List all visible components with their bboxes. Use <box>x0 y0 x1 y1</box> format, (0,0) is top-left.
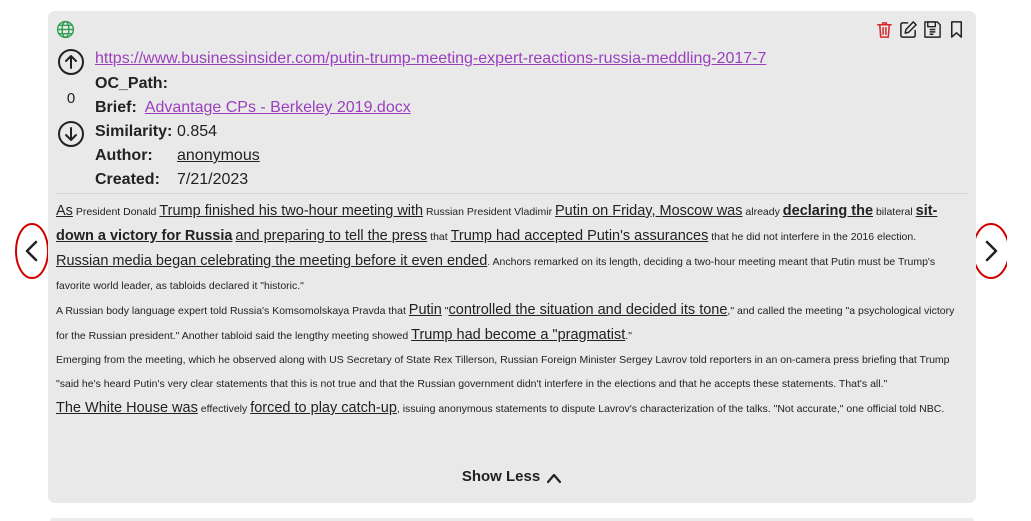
body-text-segment: Russian President Vladimir <box>423 206 555 218</box>
divider <box>56 193 968 194</box>
body-paragraph: Russian media began celebrating the meet… <box>56 249 964 298</box>
arrow-up-circle-icon[interactable] <box>57 48 85 76</box>
edit-icon[interactable] <box>899 20 918 39</box>
globe-icon[interactable] <box>56 20 75 39</box>
body-text-segment: President Donald <box>72 206 160 218</box>
similarity-label: Similarity: <box>95 123 173 140</box>
chevron-left-icon <box>15 223 49 279</box>
bookmark-icon[interactable] <box>947 20 966 39</box>
body-text-segment: " <box>441 305 449 317</box>
oc-path-label: OC_Path: <box>95 75 168 92</box>
highlighted-text-segment: forced to play catch-up <box>250 400 397 416</box>
highlighted-text-segment: Putin on Friday, Moscow was <box>555 203 743 219</box>
show-less-button[interactable]: Show Less <box>48 468 976 485</box>
highlighted-text-segment: Russian media began celebrating the meet… <box>56 253 488 269</box>
save-icon[interactable] <box>923 20 942 39</box>
body-text-segment: that he did not interfere in the 2016 el… <box>708 231 917 243</box>
next-card-button[interactable] <box>971 222 1010 280</box>
card-body-text: As President Donald Trump finished his t… <box>56 199 964 421</box>
body-text-segment: Emerging from the meeting, which he obse… <box>56 354 950 390</box>
author-link[interactable]: anonymous <box>177 144 260 168</box>
body-paragraph: Emerging from the meeting, which he obse… <box>56 348 964 396</box>
highlighted-text-segment: and preparing to tell the press <box>235 228 428 244</box>
evidence-card: 0 https://www.businessinsider.com/putin-… <box>48 11 976 503</box>
body-paragraph: A Russian body language expert told Russ… <box>56 298 964 348</box>
body-text-segment: , issuing anonymous statements to disput… <box>396 403 945 415</box>
show-less-label: Show Less <box>461 468 541 485</box>
body-text-segment: ." <box>625 330 632 342</box>
brief-link[interactable]: Advantage CPs - Berkeley 2019.docx <box>145 96 411 120</box>
highlighted-text-segment: Trump had accepted Putin's assurances <box>450 228 709 244</box>
highlighted-text-segment: The White House was <box>56 400 198 416</box>
highlighted-text-segment: Trump had become a "pragmatist <box>411 327 626 343</box>
arrow-down-circle-icon[interactable] <box>57 120 85 148</box>
highlighted-text-segment: Trump finished his two-hour meeting with <box>159 203 424 219</box>
body-text-segment: bilateral <box>873 206 916 218</box>
trash-icon[interactable] <box>875 20 894 39</box>
vote-count: 0 <box>66 90 76 107</box>
similarity-value: 0.854 <box>177 123 218 140</box>
body-paragraph: The White House was effectively forced t… <box>56 396 964 421</box>
created-value: 7/21/2023 <box>177 171 249 188</box>
body-paragraph: As President Donald Trump finished his t… <box>56 199 964 249</box>
body-text-segment: that <box>427 231 451 243</box>
chevron-right-icon <box>972 223 1010 279</box>
body-text-segment: effectively <box>197 403 251 415</box>
author-label: Author: <box>95 147 153 164</box>
body-text-segment: already <box>742 206 783 218</box>
highlighted-text-segment: declaring the <box>782 203 874 219</box>
chevron-up-icon <box>546 471 562 484</box>
highlighted-text-segment: controlled the situation and decided its… <box>448 302 728 318</box>
previous-card-button[interactable] <box>14 222 50 280</box>
brief-label: Brief: <box>95 99 137 116</box>
card-metadata: https://www.businessinsider.com/putin-tr… <box>95 48 766 192</box>
vote-control: 0 <box>56 48 86 148</box>
created-label: Created: <box>95 171 160 188</box>
highlighted-text-segment: Putin <box>408 302 442 318</box>
highlighted-text-segment: As <box>56 203 73 219</box>
card-toolbar <box>875 20 966 39</box>
source-url-link[interactable]: https://www.businessinsider.com/putin-tr… <box>95 48 766 70</box>
body-text-segment: A Russian body language expert told Russ… <box>56 305 409 317</box>
